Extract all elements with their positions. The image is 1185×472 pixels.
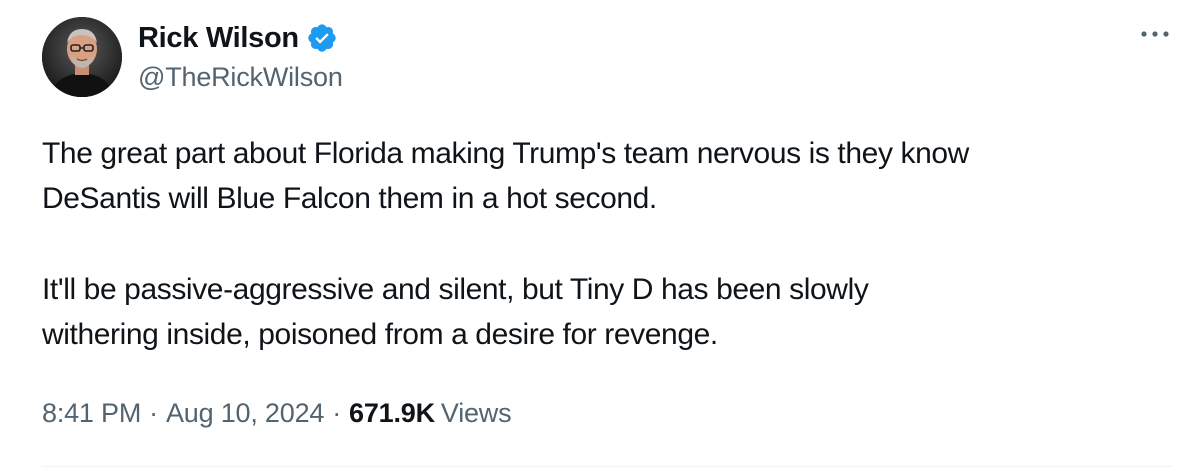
views-count: 671.9K (349, 398, 435, 428)
more-options-icon[interactable] (1138, 22, 1172, 46)
tweet-card: Rick Wilson @TheRickWilson The great par… (0, 0, 1185, 472)
tweet-time[interactable]: 8:41 PM (42, 398, 141, 429)
handle[interactable]: @TheRickWilson (138, 62, 343, 93)
tweet-date[interactable]: Aug 10, 2024 (166, 398, 324, 429)
meta-separator: · (332, 398, 341, 428)
tweet-metadata: 8:41 PM · Aug 10, 2024 · 671.9K Views (42, 398, 512, 429)
name-row: Rick Wilson (138, 16, 343, 60)
tweet-text: The great part about Florida making Trum… (42, 131, 1162, 357)
divider (42, 466, 1172, 467)
tweet-paragraph-1: The great part about Florida making Trum… (42, 137, 969, 215)
views-label: Views (440, 398, 512, 428)
tweet-paragraph-2: It'll be passive-aggressive and silent, … (42, 273, 869, 351)
avatar-image (42, 17, 122, 97)
avatar[interactable] (42, 17, 122, 97)
author-info: Rick Wilson @TheRickWilson (138, 16, 343, 93)
display-name[interactable]: Rick Wilson (138, 22, 299, 55)
verified-badge-icon[interactable] (306, 22, 338, 54)
meta-separator: · (149, 398, 158, 428)
